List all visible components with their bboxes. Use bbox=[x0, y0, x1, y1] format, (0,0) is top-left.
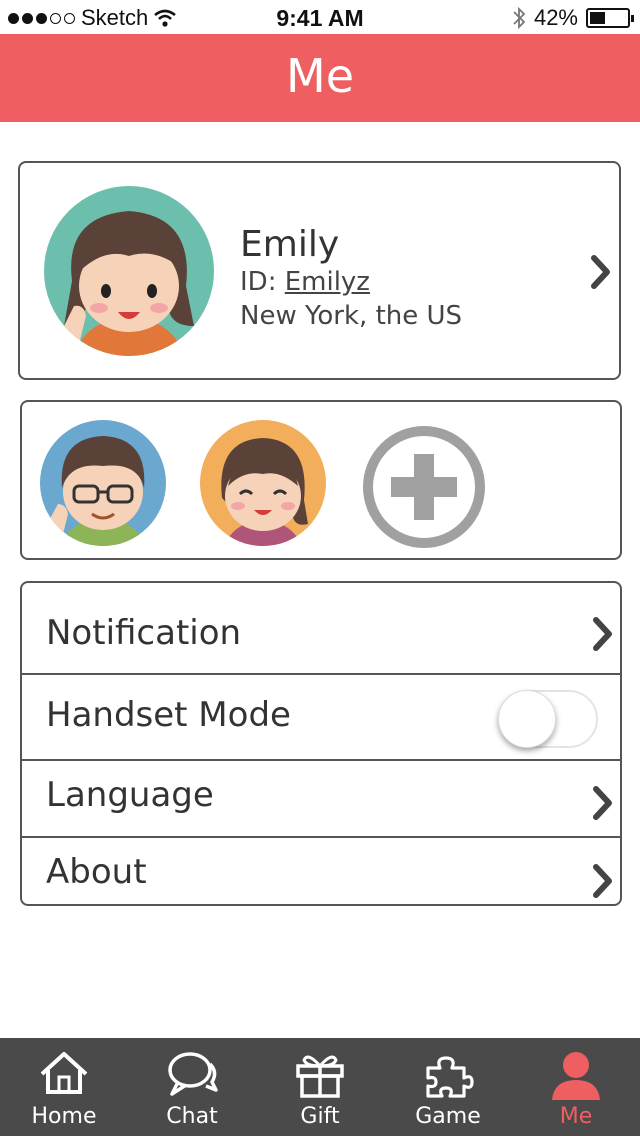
battery-percent: 42% bbox=[533, 5, 578, 30]
chevron-right-icon bbox=[593, 786, 612, 820]
menu-item-about[interactable]: About bbox=[22, 838, 620, 904]
chevron-right-icon[interactable] bbox=[590, 254, 612, 290]
profile-id: ID: Emilyz bbox=[240, 265, 462, 299]
menu-item-label: Notification bbox=[46, 613, 242, 653]
tab-home[interactable]: Home bbox=[0, 1038, 128, 1136]
menu-item-handset-mode: Handset Mode bbox=[22, 675, 620, 761]
profile-id-label: ID: bbox=[240, 267, 277, 297]
tab-label: Home bbox=[31, 1104, 97, 1129]
battery-icon bbox=[586, 8, 634, 28]
profile-id-value[interactable]: Emilyz bbox=[285, 267, 370, 297]
grandfather-avatar[interactable] bbox=[40, 420, 166, 546]
home-icon bbox=[40, 1052, 88, 1094]
menu-item-language[interactable]: Language bbox=[22, 761, 620, 838]
gift-icon bbox=[296, 1055, 344, 1098]
tab-label: Gift bbox=[300, 1104, 340, 1129]
menu-item-label: Language bbox=[46, 775, 214, 815]
chevron-right-icon bbox=[593, 864, 612, 898]
menu-item-label: Handset Mode bbox=[46, 695, 291, 735]
settings-menu: Notification Handset Mode Language About bbox=[20, 581, 622, 906]
avatar bbox=[44, 186, 214, 356]
chat-icon bbox=[168, 1052, 218, 1096]
menu-item-notification[interactable]: Notification bbox=[22, 583, 620, 675]
person-icon bbox=[552, 1052, 600, 1100]
toggle-knob bbox=[498, 690, 556, 748]
menu-item-label: About bbox=[46, 852, 147, 892]
chevron-right-icon bbox=[593, 617, 612, 651]
status-bar: Sketch 9:41 AM 42% bbox=[0, 0, 640, 36]
tab-label: Chat bbox=[166, 1104, 218, 1129]
tab-label: Me bbox=[559, 1104, 593, 1129]
handset-mode-toggle[interactable] bbox=[498, 690, 598, 748]
tab-gift[interactable]: Gift bbox=[256, 1038, 384, 1136]
tab-label: Game bbox=[415, 1104, 481, 1129]
profile-location: New York, the US bbox=[240, 301, 463, 331]
tab-game[interactable]: Game bbox=[384, 1038, 512, 1136]
page-title: Me bbox=[286, 49, 354, 103]
puzzle-icon bbox=[426, 1056, 474, 1098]
grandmother-avatar[interactable] bbox=[200, 420, 326, 546]
header-bar: Me bbox=[0, 34, 640, 122]
bluetooth-icon bbox=[513, 6, 526, 30]
plus-circle-icon[interactable] bbox=[361, 424, 487, 550]
tab-bar: Home Chat Gift Game Me bbox=[0, 1038, 640, 1136]
family-card bbox=[20, 400, 622, 560]
profile-name: Emily bbox=[240, 224, 340, 265]
tab-chat[interactable]: Chat bbox=[128, 1038, 256, 1136]
tab-me[interactable]: Me bbox=[512, 1038, 640, 1136]
profile-card[interactable]: Emily ID: Emilyz New York, the US bbox=[18, 161, 621, 380]
